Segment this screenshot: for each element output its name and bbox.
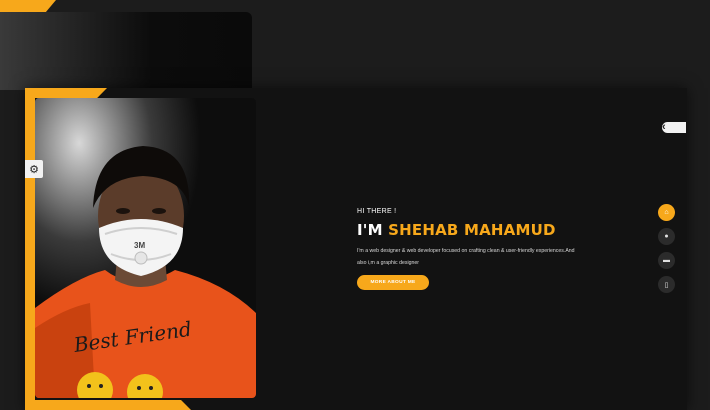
phone-icon: ▯ [664,281,669,289]
home-icon: ⌂ [664,209,669,216]
nav-portfolio-button[interactable]: ▬ [658,252,675,269]
mask-brand-text: 3M [134,241,145,250]
more-about-me-button[interactable]: MORE ABOUT ME [357,275,429,290]
gear-icon: ⚙ [29,163,39,176]
bio-text: I'm a web designer & web developer focus… [357,248,575,266]
user-icon: ● [664,233,669,240]
briefcase-icon: ▬ [663,257,670,264]
portrait-illustration: 3M Best Friend [35,98,256,398]
accent-bar-bottom [25,400,191,410]
theme-switcher-tab[interactable]: ‹ [662,121,686,133]
settings-toggle-button[interactable]: ⚙ [25,160,43,178]
headline-prefix: I'M [357,221,389,239]
accent-bar-top [25,88,107,98]
chevron-left-icon: ‹ [662,121,666,133]
page-title: I'M SHEHAB MAHAMUD [357,221,587,239]
nav-home-button[interactable]: ⌂ [658,204,675,221]
side-navigation: ⌂ ● ▬ ▯ [658,204,675,300]
accent-bar-left [25,88,35,410]
profile-photo: 3M Best Friend [35,98,256,398]
decorative-corner-accent [0,0,56,12]
intro-section: HI THERE ! I'M SHEHAB MAHAMUD I'm a web … [357,208,587,290]
headline-name: SHEHAB MAHAMUD [388,221,556,239]
background-card [0,12,252,90]
nav-about-button[interactable]: ● [658,228,675,245]
greeting-text: HI THERE ! [357,208,397,215]
nav-contact-button[interactable]: ▯ [658,276,675,293]
